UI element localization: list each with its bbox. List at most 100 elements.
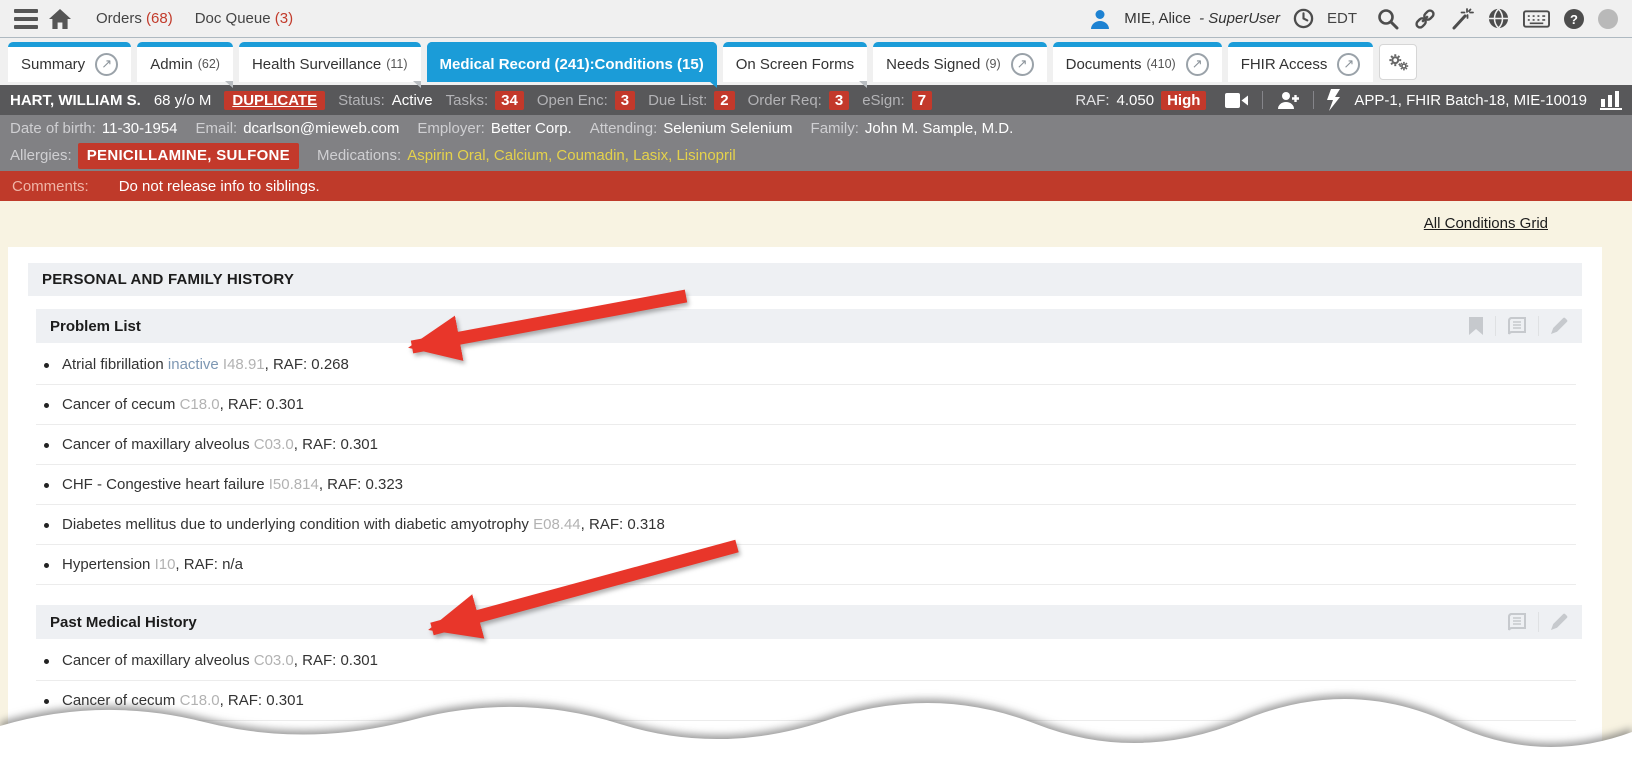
condition-row[interactable]: Cancer of cecum C18.0, RAF: 0.301 (36, 681, 1576, 721)
open-enc-count-badge[interactable]: 3 (615, 91, 635, 110)
help-icon[interactable]: ? (1563, 8, 1585, 30)
tab-label: On Screen Forms (736, 56, 854, 73)
bookmark-icon[interactable] (1468, 317, 1484, 335)
condition-raf-text: , RAF: n/a (175, 556, 243, 573)
condition-name[interactable]: Cancer of cecum (62, 396, 175, 413)
order-req-count-badge[interactable]: 3 (829, 91, 849, 110)
open-new-window-icon[interactable]: ↗ (1186, 53, 1209, 76)
condition-row[interactable]: Cancer of cecum C18.0, RAF: 0.301 (36, 385, 1576, 425)
family-value: John M. Sample, M.D. (865, 117, 1013, 141)
globe-icon[interactable] (1487, 7, 1510, 30)
condition-row[interactable]: I25.2, RAF: 0.221 (36, 721, 1576, 760)
all-conditions-grid-link[interactable]: All Conditions Grid (1424, 215, 1548, 232)
open-new-window-icon[interactable]: ↗ (1337, 53, 1360, 76)
condition-row[interactable]: Cancer of maxillary alveolus C03.0, RAF:… (36, 641, 1576, 681)
tab-documents[interactable]: Documents (410) ↗ (1053, 42, 1222, 82)
esign-count-badge[interactable]: 7 (912, 91, 932, 110)
open-enc-counter[interactable]: Open Enc:3 (537, 91, 635, 110)
wand-icon[interactable] (1450, 7, 1474, 31)
journal-icon[interactable] (1507, 317, 1527, 335)
keyboard-icon[interactable] (1523, 9, 1550, 29)
tab-count: (410) (1147, 57, 1176, 71)
medications-label: Medications: (317, 144, 401, 168)
condition-name[interactable]: Atrial fibrillation (62, 356, 164, 373)
due-list-counter[interactable]: Due List:2 (648, 91, 735, 110)
condition-name[interactable]: Diabetes mellitus due to underlying cond… (62, 516, 529, 533)
condition-name[interactable]: Cancer of cecum (62, 692, 175, 709)
problem-list-header: Problem List (36, 309, 1582, 343)
condition-raf-text: , RAF: 0.221 (393, 732, 477, 749)
raf-value: 4.050 (1117, 92, 1155, 109)
svg-text:?: ? (1570, 12, 1578, 27)
tab-admin[interactable]: Admin (62) (137, 42, 233, 82)
edit-pencil-icon[interactable] (1550, 317, 1568, 335)
raf-label: RAF: (1075, 92, 1109, 109)
tab-count: (9) (985, 57, 1000, 71)
tab-label: Needs Signed (886, 56, 980, 73)
journal-icon[interactable] (1507, 613, 1527, 631)
user-role: - SuperUser (1199, 10, 1280, 27)
condition-row[interactable]: CHF - Congestive heart failure I50.814, … (36, 465, 1576, 505)
medications-links[interactable]: Aspirin Oral, Calcium, Coumadin, Lasix, … (407, 144, 735, 168)
attending-label: Attending: (590, 117, 658, 141)
stats-chart-icon[interactable] (1600, 91, 1622, 110)
allergies-label: Allergies: (10, 144, 72, 168)
tasks-counter[interactable]: Tasks:34 (446, 91, 524, 110)
nav-doc-queue[interactable]: Doc Queue (3) (195, 10, 293, 27)
order-req-counter[interactable]: Order Req:3 (748, 91, 850, 110)
condition-row[interactable]: Hypertension I10, RAF: n/a (36, 545, 1576, 585)
tab-health-surveillance[interactable]: Health Surveillance (11) (239, 42, 421, 82)
user-icon (1089, 8, 1111, 30)
patient-header-bar: HART, WILLIAM S. 68 y/o M DUPLICATE Stat… (0, 85, 1632, 115)
tab-fhir-access[interactable]: FHIR Access ↗ (1228, 42, 1374, 82)
allergies-badge[interactable]: PENICILLAMINE, SULFONE (78, 143, 299, 169)
condition-status-link[interactable]: inactive (168, 356, 219, 373)
condition-name[interactable]: Cancer of maxillary alveolus (62, 652, 250, 669)
quick-action-bolt-icon[interactable] (1327, 89, 1341, 111)
open-new-window-icon[interactable]: ↗ (1011, 53, 1034, 76)
condition-raf-text: , RAF: 0.301 (220, 396, 304, 413)
link-icon[interactable] (1413, 7, 1437, 31)
tab-label: Medical Record (241):Conditions (15) (440, 56, 704, 73)
tab-count: (11) (386, 57, 407, 71)
home-icon[interactable] (48, 8, 72, 30)
user-menu[interactable]: MIE, Alice - SuperUser (1124, 10, 1280, 27)
user-name: MIE, Alice (1124, 10, 1191, 27)
due-list-count-badge[interactable]: 2 (714, 91, 734, 110)
patient-demographics: Date of birth:11-30-1954 Email:dcarlson@… (0, 115, 1632, 171)
employer-label: Employer: (417, 117, 485, 141)
condition-name[interactable]: Hypertension (62, 556, 150, 573)
condition-name[interactable]: Cancer of maxillary alveolus (62, 436, 250, 453)
open-new-window-icon[interactable]: ↗ (95, 53, 118, 76)
esign-counter[interactable]: eSign:7 (862, 91, 932, 110)
duplicate-badge[interactable]: DUPLICATE (224, 91, 325, 110)
tab-settings-button[interactable] (1379, 44, 1417, 80)
condition-row[interactable]: Cancer of maxillary alveolus C03.0, RAF:… (36, 425, 1576, 465)
edit-pencil-icon[interactable] (1550, 613, 1568, 631)
patient-name[interactable]: HART, WILLIAM S. (10, 92, 141, 109)
nav-doc-queue-count: (3) (275, 10, 293, 27)
comments-text: Do not release info to siblings. (119, 178, 320, 195)
condition-row[interactable]: Diabetes mellitus due to underlying cond… (36, 505, 1576, 545)
past-medical-history-header: Past Medical History (36, 605, 1582, 639)
tab-summary[interactable]: Summary ↗ (8, 42, 131, 82)
add-person-icon[interactable] (1276, 91, 1300, 110)
condition-row[interactable]: Atrial fibrillation inactive I48.91, RAF… (36, 345, 1576, 385)
tab-medical-record-conditions[interactable]: Medical Record (241):Conditions (15) (427, 42, 717, 82)
comments-bar: Comments: Do not release info to sibling… (0, 171, 1632, 201)
tab-fold-indicator (413, 81, 421, 88)
condition-raf-text: , RAF: 0.301 (294, 436, 378, 453)
employer-value: Better Corp. (491, 117, 572, 141)
condition-name[interactable]: CHF - Congestive heart failure (62, 476, 265, 493)
condition-icd-code: C03.0 (254, 436, 294, 453)
tab-needs-signed[interactable]: Needs Signed (9) ↗ (873, 42, 1047, 82)
condition-icd-code: C03.0 (254, 652, 294, 669)
tab-on-screen-forms[interactable]: On Screen Forms (723, 42, 867, 82)
status-label: Status: (338, 92, 385, 109)
hamburger-menu-icon[interactable] (14, 9, 38, 29)
tasks-count-badge[interactable]: 34 (495, 91, 524, 110)
clock-icon[interactable] (1293, 8, 1314, 29)
nav-orders[interactable]: Orders (68) (96, 10, 173, 27)
video-call-icon[interactable] (1225, 92, 1249, 109)
search-icon[interactable] (1376, 7, 1400, 31)
